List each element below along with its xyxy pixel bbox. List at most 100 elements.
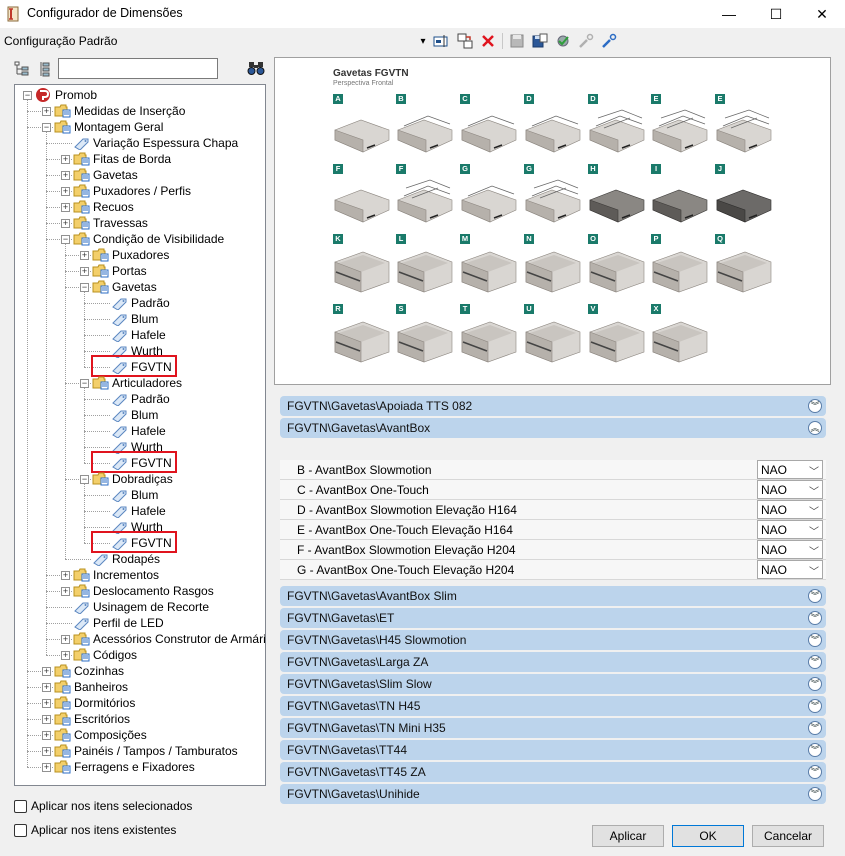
delete-icon[interactable]	[478, 32, 498, 50]
tree-node[interactable]: Padrão	[111, 391, 170, 407]
expand-node-icon[interactable]: +	[61, 571, 70, 580]
tree-node[interactable]: Cozinhas	[54, 663, 124, 679]
check-settings-icon[interactable]	[553, 32, 573, 50]
tree-node[interactable]: Banheiros	[54, 679, 128, 695]
tree-node[interactable]: Promob	[35, 87, 97, 103]
property-select[interactable]: NAO ﹀	[757, 560, 823, 579]
ok-button[interactable]: OK	[672, 825, 744, 847]
chevron-down-icon[interactable]: ︾	[808, 589, 822, 603]
tree-collapse-icon[interactable]	[14, 61, 30, 77]
section-header[interactable]: FGVTN\Gavetas\TN Mini H35 ︾	[280, 718, 826, 738]
property-select[interactable]: NAO ﹀	[757, 540, 823, 559]
tree-node[interactable]: Gavetas	[73, 167, 138, 183]
copy-icon[interactable]	[455, 32, 475, 50]
section-header[interactable]: FGVTN\Gavetas\TT44 ︾	[280, 740, 826, 760]
tree-node[interactable]: Recuos	[73, 199, 134, 215]
tree-node[interactable]: Blum	[111, 487, 158, 503]
tree-node[interactable]: Blum	[111, 311, 158, 327]
collapse-node-icon[interactable]: −	[80, 475, 89, 484]
section-header[interactable]: FGVTN\Gavetas\Slim Slow ︾	[280, 674, 826, 694]
property-select[interactable]: NAO ﹀	[757, 500, 823, 519]
tree-node[interactable]: Hafele	[111, 423, 166, 439]
maximize-button[interactable]: ☐	[753, 0, 799, 28]
tree-node[interactable]: Usinagem de Recorte	[73, 599, 209, 615]
edit-icon[interactable]	[431, 32, 451, 50]
expand-node-icon[interactable]: +	[42, 715, 51, 724]
apply-button[interactable]: Aplicar	[592, 825, 664, 847]
expand-node-icon[interactable]: +	[61, 635, 70, 644]
tree-node[interactable]: Acessórios Construtor de Armários	[73, 631, 265, 647]
section-header[interactable]: FGVTN\Gavetas\Unihide ︾	[280, 784, 826, 804]
chevron-down-icon[interactable]: ︾	[808, 633, 822, 647]
configuration-dropdown[interactable]: ▾	[413, 32, 433, 50]
chevron-down-icon[interactable]: ︾	[808, 399, 822, 413]
apply-selected-checkbox[interactable]	[14, 800, 27, 813]
collapse-node-icon[interactable]: −	[61, 235, 70, 244]
tree-node[interactable]: Montagem Geral	[54, 119, 163, 135]
close-button[interactable]: ✕	[799, 0, 845, 28]
tree-node[interactable]: Padrão	[111, 295, 170, 311]
expand-node-icon[interactable]: +	[42, 763, 51, 772]
binoculars-icon[interactable]	[247, 60, 265, 78]
cancel-button[interactable]: Cancelar	[752, 825, 824, 847]
tree-node[interactable]: Travessas	[73, 215, 148, 231]
expand-node-icon[interactable]: +	[42, 667, 51, 676]
link-icon[interactable]	[599, 32, 619, 50]
property-select[interactable]: NAO ﹀	[757, 480, 823, 499]
property-select[interactable]: NAO ﹀	[757, 520, 823, 539]
expand-node-icon[interactable]: +	[61, 203, 70, 212]
tree-node[interactable]: Rodapés	[92, 551, 160, 567]
minimize-button[interactable]: —	[706, 0, 752, 28]
chevron-down-icon[interactable]: ︾	[808, 655, 822, 669]
section-header[interactable]: FGVTN\Gavetas\AvantBox Slim ︾	[280, 586, 826, 606]
expand-node-icon[interactable]: +	[61, 155, 70, 164]
tree-node[interactable]: Fitas de Borda	[73, 151, 171, 167]
save-as-icon[interactable]	[530, 32, 550, 50]
section-header[interactable]: FGVTN\Gavetas\Apoiada TTS 082 ︾	[280, 396, 826, 416]
tree-node[interactable]: Deslocamento Rasgos	[73, 583, 214, 599]
section-header[interactable]: FGVTN\Gavetas\TN H45 ︾	[280, 696, 826, 716]
section-header[interactable]: FGVTN\Gavetas\H45 Slowmotion ︾	[280, 630, 826, 650]
tree-node[interactable]: Condição de Visibilidade	[73, 231, 224, 247]
section-header[interactable]: FGVTN\Gavetas\Larga ZA ︾	[280, 652, 826, 672]
expand-node-icon[interactable]: +	[42, 699, 51, 708]
section-header[interactable]: FGVTN\Gavetas\ET ︾	[280, 608, 826, 628]
tree-node[interactable]: Gavetas	[92, 279, 157, 295]
tree-node[interactable]: Variação Espessura Chapa	[73, 135, 238, 151]
tree-node[interactable]: Hafele	[111, 503, 166, 519]
tree-node[interactable]: Portas	[92, 263, 147, 279]
collapse-node-icon[interactable]: −	[80, 379, 89, 388]
apply-existing-checkbox[interactable]	[14, 824, 27, 837]
expand-node-icon[interactable]: +	[42, 747, 51, 756]
expand-node-icon[interactable]: +	[61, 651, 70, 660]
tree-node[interactable]: Puxadores	[92, 247, 169, 263]
property-select[interactable]: NAO ﹀	[757, 460, 823, 479]
expand-node-icon[interactable]: +	[42, 683, 51, 692]
tree-node[interactable]: Composições	[54, 727, 147, 743]
link-disabled-icon[interactable]	[576, 32, 596, 50]
search-input[interactable]	[58, 58, 218, 79]
section-header[interactable]: FGVTN\Gavetas\TT45 ZA ︾	[280, 762, 826, 782]
tree-expand-icon[interactable]	[37, 61, 53, 77]
expand-node-icon[interactable]: +	[42, 731, 51, 740]
tree-node[interactable]: Blum	[111, 407, 158, 423]
tree-node[interactable]: Hafele	[111, 327, 166, 343]
expand-node-icon[interactable]: +	[61, 187, 70, 196]
expand-node-icon[interactable]: +	[42, 107, 51, 116]
chevron-down-icon[interactable]: ︾	[808, 787, 822, 801]
chevron-up-icon[interactable]: ︽	[808, 421, 822, 435]
tree-node[interactable]: Puxadores / Perfis	[73, 183, 191, 199]
tree-node[interactable]: Incrementos	[73, 567, 159, 583]
save-icon[interactable]	[507, 32, 527, 50]
expand-node-icon[interactable]: +	[61, 587, 70, 596]
configuration-tree[interactable]: − Promob + Medidas de Inserção − Montagem Ger…	[14, 84, 266, 786]
collapse-node-icon[interactable]: −	[80, 283, 89, 292]
expand-node-icon[interactable]: +	[80, 267, 89, 276]
tree-node[interactable]: Medidas de Inserção	[54, 103, 185, 119]
expand-node-icon[interactable]: +	[61, 219, 70, 228]
chevron-down-icon[interactable]: ︾	[808, 743, 822, 757]
chevron-down-icon[interactable]: ︾	[808, 699, 822, 713]
chevron-down-icon[interactable]: ︾	[808, 611, 822, 625]
tree-node[interactable]: Perfil de LED	[73, 615, 164, 631]
tree-node[interactable]: Dormitórios	[54, 695, 135, 711]
